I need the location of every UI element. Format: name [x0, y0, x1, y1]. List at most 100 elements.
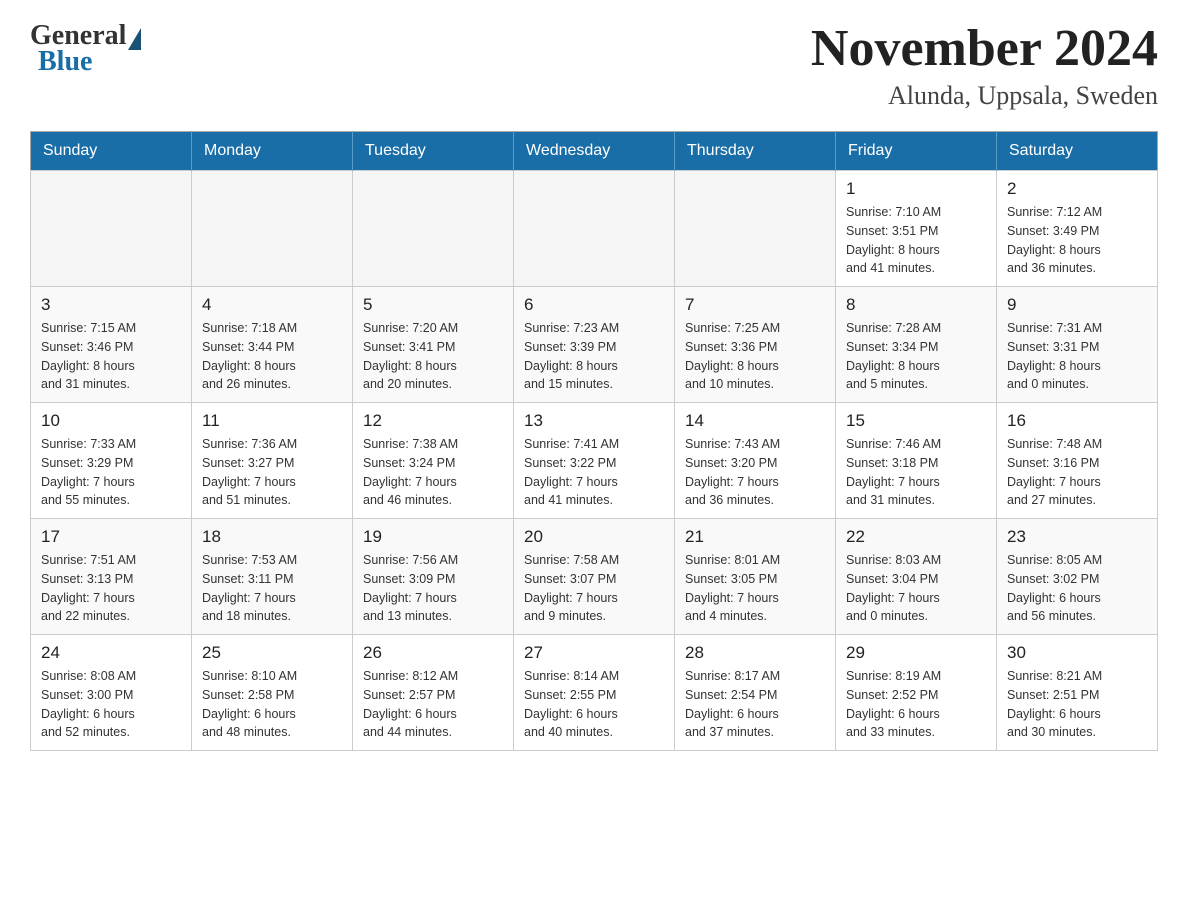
day-number: 25 [202, 643, 342, 663]
calendar-cell: 28 Sunrise: 8:17 AM Sunset: 2:54 PM Dayli… [675, 635, 836, 751]
day-info: Sunrise: 8:10 AM Sunset: 2:58 PM Dayligh… [202, 667, 342, 742]
day-info: Sunrise: 8:03 AM Sunset: 3:04 PM Dayligh… [846, 551, 986, 626]
calendar-cell: 13Sunrise: 7:41 AM Sunset: 3:22 PM Dayli… [514, 403, 675, 519]
calendar-cell: 16 Sunrise: 7:48 AM Sunset: 3:16 PM Dayli… [997, 403, 1158, 519]
calendar-week-row: 24 Sunrise: 8:08 AM Sunset: 3:00 PM Dayli… [31, 635, 1158, 751]
calendar-cell: 22 Sunrise: 8:03 AM Sunset: 3:04 PM Dayli… [836, 519, 997, 635]
day-number: 21 [685, 527, 825, 547]
calendar-cell: 10 Sunrise: 7:33 AM Sunset: 3:29 PM Dayli… [31, 403, 192, 519]
day-info: Sunrise: 7:33 AM Sunset: 3:29 PM Dayligh… [41, 435, 181, 510]
calendar-cell: 26 Sunrise: 8:12 AM Sunset: 2:57 PM Dayli… [353, 635, 514, 751]
calendar-week-row: 17 Sunrise: 7:51 AM Sunset: 3:13 PM Dayli… [31, 519, 1158, 635]
calendar-cell: 30 Sunrise: 8:21 AM Sunset: 2:51 PM Dayli… [997, 635, 1158, 751]
weekday-header-sunday: Sunday [31, 132, 192, 171]
calendar-cell: 2Sunrise: 7:12 AM Sunset: 3:49 PM Daylig… [997, 171, 1158, 287]
day-info: Sunrise: 7:10 AM Sunset: 3:51 PM Dayligh… [846, 203, 986, 278]
day-info: Sunrise: 7:38 AM Sunset: 3:24 PM Dayligh… [363, 435, 503, 510]
calendar-cell: 1 Sunrise: 7:10 AM Sunset: 3:51 PM Daylig… [836, 171, 997, 287]
calendar-cell [192, 171, 353, 287]
day-number: 6 [524, 295, 664, 315]
day-info: Sunrise: 7:23 AM Sunset: 3:39 PM Dayligh… [524, 319, 664, 394]
day-number: 12 [363, 411, 503, 431]
weekday-header-saturday: Saturday [997, 132, 1158, 171]
day-number: 10 [41, 411, 181, 431]
day-info: Sunrise: 7:36 AM Sunset: 3:27 PM Dayligh… [202, 435, 342, 510]
day-number: 16 [1007, 411, 1147, 431]
day-number: 29 [846, 643, 986, 663]
calendar-body: 1 Sunrise: 7:10 AM Sunset: 3:51 PM Daylig… [31, 171, 1158, 751]
calendar-cell: 21 Sunrise: 8:01 AM Sunset: 3:05 PM Dayli… [675, 519, 836, 635]
day-info: Sunrise: 8:08 AM Sunset: 3:00 PM Dayligh… [41, 667, 181, 742]
day-number: 23 [1007, 527, 1147, 547]
day-info: Sunrise: 7:15 AM Sunset: 3:46 PM Dayligh… [41, 319, 181, 394]
calendar-header: SundayMondayTuesdayWednesdayThursdayFrid… [31, 132, 1158, 171]
day-info: Sunrise: 7:25 AM Sunset: 3:36 PM Dayligh… [685, 319, 825, 394]
calendar-week-row: 1 Sunrise: 7:10 AM Sunset: 3:51 PM Daylig… [31, 171, 1158, 287]
calendar-table: SundayMondayTuesdayWednesdayThursdayFrid… [30, 131, 1158, 751]
calendar-cell [31, 171, 192, 287]
day-number: 20 [524, 527, 664, 547]
calendar-week-row: 3Sunrise: 7:15 AM Sunset: 3:46 PM Daylig… [31, 287, 1158, 403]
calendar-cell: 19 Sunrise: 7:56 AM Sunset: 3:09 PM Dayli… [353, 519, 514, 635]
calendar-cell: 11 Sunrise: 7:36 AM Sunset: 3:27 PM Dayli… [192, 403, 353, 519]
day-number: 19 [363, 527, 503, 547]
day-info: Sunrise: 8:21 AM Sunset: 2:51 PM Dayligh… [1007, 667, 1147, 742]
page-header: General Blue November 2024 Alunda, Uppsa… [30, 20, 1158, 111]
day-number: 22 [846, 527, 986, 547]
calendar-cell: 25 Sunrise: 8:10 AM Sunset: 2:58 PM Dayli… [192, 635, 353, 751]
calendar-cell: 18Sunrise: 7:53 AM Sunset: 3:11 PM Dayli… [192, 519, 353, 635]
day-number: 7 [685, 295, 825, 315]
day-info: Sunrise: 7:43 AM Sunset: 3:20 PM Dayligh… [685, 435, 825, 510]
day-number: 26 [363, 643, 503, 663]
day-number: 11 [202, 411, 342, 431]
calendar-cell: 27Sunrise: 8:14 AM Sunset: 2:55 PM Dayli… [514, 635, 675, 751]
weekday-header-row: SundayMondayTuesdayWednesdayThursdayFrid… [31, 132, 1158, 171]
calendar-cell: 8 Sunrise: 7:28 AM Sunset: 3:34 PM Daylig… [836, 287, 997, 403]
day-number: 1 [846, 179, 986, 199]
day-number: 24 [41, 643, 181, 663]
calendar-cell: 17 Sunrise: 7:51 AM Sunset: 3:13 PM Dayli… [31, 519, 192, 635]
weekday-header-wednesday: Wednesday [514, 132, 675, 171]
calendar-cell: 9Sunrise: 7:31 AM Sunset: 3:31 PM Daylig… [997, 287, 1158, 403]
calendar-week-row: 10 Sunrise: 7:33 AM Sunset: 3:29 PM Dayli… [31, 403, 1158, 519]
day-number: 17 [41, 527, 181, 547]
day-info: Sunrise: 8:19 AM Sunset: 2:52 PM Dayligh… [846, 667, 986, 742]
day-number: 8 [846, 295, 986, 315]
calendar-cell [675, 171, 836, 287]
day-number: 18 [202, 527, 342, 547]
day-info: Sunrise: 8:17 AM Sunset: 2:54 PM Dayligh… [685, 667, 825, 742]
calendar-cell: 15 Sunrise: 7:46 AM Sunset: 3:18 PM Dayli… [836, 403, 997, 519]
logo: General Blue [30, 20, 141, 78]
day-info: Sunrise: 7:28 AM Sunset: 3:34 PM Dayligh… [846, 319, 986, 394]
weekday-header-thursday: Thursday [675, 132, 836, 171]
day-info: Sunrise: 7:58 AM Sunset: 3:07 PM Dayligh… [524, 551, 664, 626]
logo-triangle-icon [128, 28, 141, 50]
day-number: 15 [846, 411, 986, 431]
calendar-cell: 20 Sunrise: 7:58 AM Sunset: 3:07 PM Dayli… [514, 519, 675, 635]
day-info: Sunrise: 8:12 AM Sunset: 2:57 PM Dayligh… [363, 667, 503, 742]
day-number: 30 [1007, 643, 1147, 663]
calendar-cell: 23 Sunrise: 8:05 AM Sunset: 3:02 PM Dayli… [997, 519, 1158, 635]
calendar-cell: 6 Sunrise: 7:23 AM Sunset: 3:39 PM Daylig… [514, 287, 675, 403]
calendar-cell: 12 Sunrise: 7:38 AM Sunset: 3:24 PM Dayli… [353, 403, 514, 519]
day-info: Sunrise: 8:14 AM Sunset: 2:55 PM Dayligh… [524, 667, 664, 742]
title-section: November 2024 Alunda, Uppsala, Sweden [811, 20, 1158, 111]
day-info: Sunrise: 7:51 AM Sunset: 3:13 PM Dayligh… [41, 551, 181, 626]
day-info: Sunrise: 7:48 AM Sunset: 3:16 PM Dayligh… [1007, 435, 1147, 510]
day-info: Sunrise: 7:46 AM Sunset: 3:18 PM Dayligh… [846, 435, 986, 510]
day-number: 9 [1007, 295, 1147, 315]
day-number: 28 [685, 643, 825, 663]
weekday-header-tuesday: Tuesday [353, 132, 514, 171]
day-info: Sunrise: 7:12 AM Sunset: 3:49 PM Dayligh… [1007, 203, 1147, 278]
location-title: Alunda, Uppsala, Sweden [811, 81, 1158, 111]
calendar-cell: 5Sunrise: 7:20 AM Sunset: 3:41 PM Daylig… [353, 287, 514, 403]
day-info: Sunrise: 8:01 AM Sunset: 3:05 PM Dayligh… [685, 551, 825, 626]
day-info: Sunrise: 7:18 AM Sunset: 3:44 PM Dayligh… [202, 319, 342, 394]
calendar-cell: 4 Sunrise: 7:18 AM Sunset: 3:44 PM Daylig… [192, 287, 353, 403]
day-info: Sunrise: 7:56 AM Sunset: 3:09 PM Dayligh… [363, 551, 503, 626]
day-number: 13 [524, 411, 664, 431]
day-info: Sunrise: 8:05 AM Sunset: 3:02 PM Dayligh… [1007, 551, 1147, 626]
day-number: 14 [685, 411, 825, 431]
calendar-cell [353, 171, 514, 287]
day-number: 4 [202, 295, 342, 315]
